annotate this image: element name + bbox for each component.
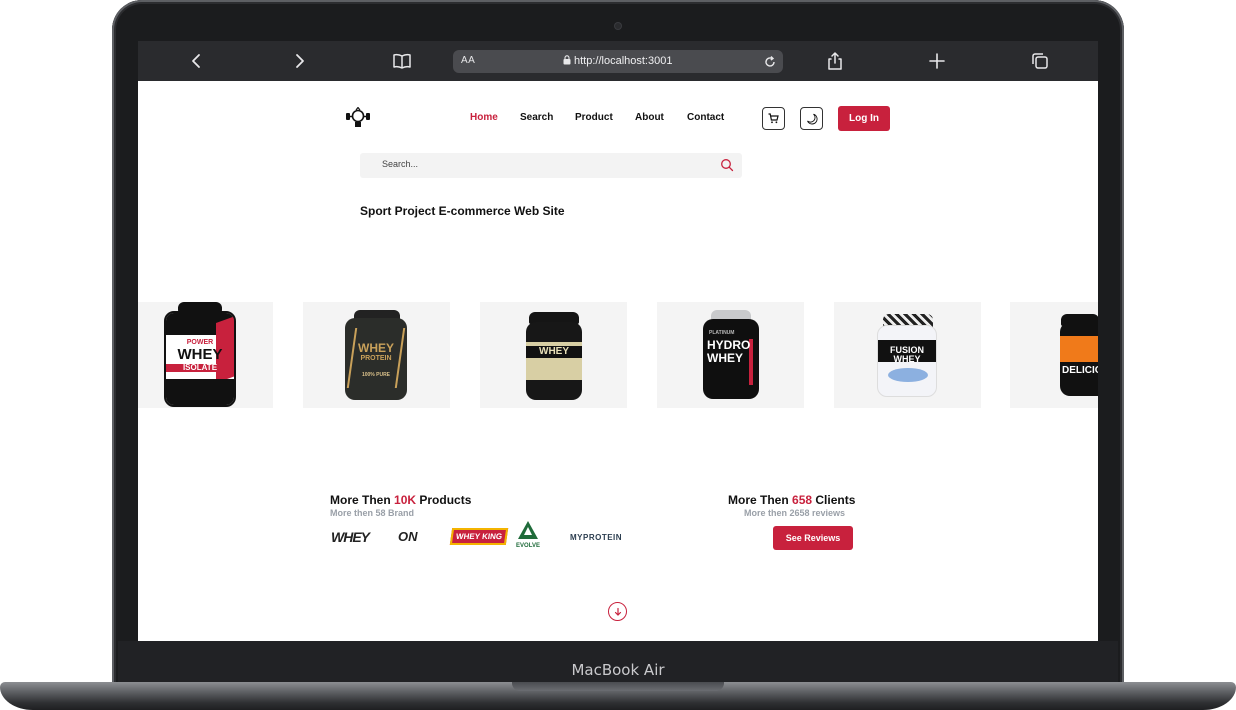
evolve-logo-icon [518, 521, 538, 539]
forward-icon[interactable] [287, 49, 311, 73]
book-icon[interactable] [390, 49, 414, 73]
brand-logo-on[interactable]: ON [398, 529, 418, 544]
product-image: DELICIOU [1060, 322, 1098, 396]
url-bar[interactable]: AA http://localhost:3001 [453, 50, 783, 73]
see-reviews-button[interactable]: See Reviews [773, 526, 853, 550]
page-title: Sport Project E-commerce Web Site [360, 204, 565, 218]
scroll-down-button[interactable] [608, 602, 627, 621]
theme-toggle-button[interactable] [800, 107, 823, 130]
url-text: http://localhost:3001 [563, 54, 672, 67]
device-mockup: MacBook Air AA http://localhost:3001 Hom… [0, 0, 1236, 710]
device-label: MacBook Air [571, 661, 665, 679]
lock-icon [563, 55, 571, 65]
product-card[interactable]: WHEY PROTEIN 100% PURE [303, 302, 450, 408]
product-image: WHEY [526, 322, 582, 400]
search-bar[interactable]: Search... [360, 153, 742, 178]
browser-toolbar: AA http://localhost:3001 [138, 41, 1098, 81]
product-card[interactable]: DELICIOU [1010, 302, 1098, 408]
cart-button[interactable] [762, 107, 785, 130]
product-image: WHEY PROTEIN 100% PURE [345, 318, 407, 400]
site-logo[interactable] [345, 107, 371, 129]
brand-logo-myprotein[interactable]: MYPROTEIN [570, 533, 622, 542]
brand-logo-evolve[interactable]: EVOLVE [515, 521, 541, 549]
product-image: PLATINUM HYDRO WHEY [703, 319, 759, 399]
product-card[interactable]: POWER WHEY ISOLATE [138, 302, 273, 408]
theme-toggle-icon [806, 113, 817, 124]
login-button[interactable]: Log In [838, 106, 890, 131]
nav-product[interactable]: Product [575, 112, 613, 123]
url-value: http://localhost:3001 [574, 55, 673, 67]
search-input[interactable]: Search... [382, 159, 418, 169]
reload-icon[interactable] [763, 51, 777, 75]
laptop-notch [512, 682, 724, 691]
nav-home[interactable]: Home [470, 112, 498, 123]
nav-contact[interactable]: Contact [687, 112, 724, 123]
arrow-down-icon [614, 607, 621, 616]
back-icon[interactable] [185, 49, 209, 73]
product-card[interactable]: FUSION WHEY [834, 302, 981, 408]
search-icon[interactable] [720, 158, 734, 172]
tabs-icon[interactable] [1028, 49, 1052, 73]
share-icon[interactable] [823, 49, 847, 73]
product-image: FUSION WHEY [877, 325, 937, 397]
product-card[interactable]: PLATINUM HYDRO WHEY [657, 302, 804, 408]
stat-products-sub: More then 58 Brand [330, 508, 415, 518]
web-page: Home Search Product About Contact Log In… [138, 81, 1098, 641]
reader-button[interactable]: AA [461, 55, 475, 66]
stat-products: More Then 10K Products [330, 493, 472, 507]
screen: AA http://localhost:3001 Home Search Pro… [138, 41, 1098, 641]
nav-about[interactable]: About [635, 112, 664, 123]
cart-icon [768, 113, 779, 124]
stat-clients-sub: More then 2658 reviews [744, 508, 846, 518]
product-card[interactable]: WHEY [480, 302, 627, 408]
nav-search[interactable]: Search [520, 112, 553, 123]
product-image: POWER WHEY ISOLATE [164, 311, 236, 407]
camera [615, 23, 621, 29]
brand-logo-whey[interactable]: WHEY [331, 529, 370, 545]
new-tab-icon[interactable] [925, 49, 949, 73]
stat-clients: More Then 658 Clients [728, 493, 856, 507]
brand-logo-whey-king[interactable]: WHEY KING [449, 528, 509, 545]
